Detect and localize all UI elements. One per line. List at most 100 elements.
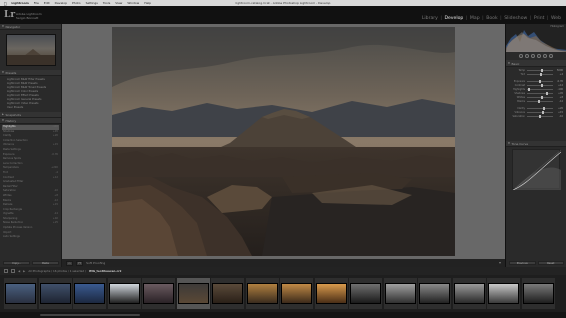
slider-value[interactable]: -100 [555, 88, 563, 91]
slider-track[interactable] [527, 114, 553, 118]
slider-track[interactable] [527, 106, 553, 110]
menu-item[interactable]: File [34, 1, 39, 5]
thumbnail-image [74, 283, 105, 304]
loupe-view-icon[interactable] [11, 269, 15, 273]
slider-track[interactable] [527, 72, 553, 76]
menu-item[interactable]: Develop [55, 1, 67, 5]
graduated-filter-icon[interactable] [537, 54, 541, 58]
slider-value[interactable]: +45 [555, 92, 563, 95]
slider-knob[interactable] [538, 99, 541, 103]
slider-knob[interactable] [538, 79, 541, 83]
crop-icon[interactable] [519, 54, 523, 58]
slider-track[interactable] [527, 68, 553, 72]
back-arrow-icon[interactable]: ◀ [18, 269, 20, 273]
navigator-header[interactable]: ▼ Navigator [0, 24, 61, 30]
slider-value[interactable]: -0.35 [555, 80, 563, 83]
view-mode-button[interactable]: ▭ [66, 260, 73, 266]
slider-row: Saturation -10 [509, 114, 563, 118]
slider-knob[interactable] [541, 95, 544, 99]
filmstrip-path[interactable]: All Photographs / 16 photos / 1 selected… [28, 269, 86, 273]
module-slideshow[interactable]: Slideshow [503, 16, 528, 21]
before-after-button[interactable]: YY [76, 260, 84, 266]
preset-folder[interactable]: User Presets [3, 106, 59, 110]
slider-value[interactable]: +20 [555, 107, 563, 110]
slider-track[interactable] [527, 110, 553, 114]
filmstrip-thumbnail[interactable] [280, 278, 313, 309]
histogram[interactable]: Histogram [506, 24, 566, 52]
filmstrip-thumbnail[interactable] [4, 278, 37, 309]
slider-value[interactable]: 5000 [555, 69, 563, 72]
module-web[interactable]: Web [550, 16, 562, 21]
menu-item[interactable]: Edit [44, 1, 50, 5]
filmstrip-thumbnail[interactable] [452, 278, 486, 309]
identity-plate: Lr Adobe Lightroom Sergio Bonnett Librar… [0, 6, 566, 24]
filmstrip-thumbnail[interactable] [314, 278, 348, 309]
paste-button[interactable]: Paste [32, 261, 59, 265]
image-view[interactable] [62, 24, 505, 259]
slider-knob[interactable] [542, 106, 545, 110]
slider-value[interactable]: -10 [555, 115, 563, 118]
filmstrip-thumbnail[interactable] [38, 278, 72, 309]
brush-icon[interactable] [549, 54, 553, 58]
menu-item[interactable]: Photo [72, 1, 81, 5]
module-print[interactable]: Print [533, 16, 546, 21]
slider-value[interactable]: +12 [555, 84, 563, 87]
menu-item[interactable]: Window [127, 1, 139, 5]
slider-value[interactable]: +8 [555, 96, 563, 99]
filmstrip-thumbnail[interactable] [349, 278, 382, 309]
menu-item[interactable]: Help [144, 1, 151, 5]
slider-track[interactable] [527, 91, 553, 95]
copy-button[interactable]: Copy... [3, 261, 30, 265]
previous-button[interactable]: Previous [509, 261, 536, 265]
module-book[interactable]: Book [485, 16, 498, 21]
slider-track[interactable] [527, 95, 553, 99]
filmstrip-scrollbar[interactable] [0, 312, 566, 318]
slider-track[interactable] [527, 87, 553, 91]
slider-track[interactable] [527, 99, 553, 103]
red-eye-icon[interactable] [531, 54, 535, 58]
slider-knob[interactable] [541, 83, 544, 87]
filmstrip-thumbnail[interactable] [211, 278, 244, 309]
filmstrip-thumbnail[interactable] [73, 278, 106, 309]
slider-knob[interactable] [541, 68, 544, 72]
filmstrip-thumbnail[interactable] [107, 278, 141, 309]
slider-track[interactable] [527, 79, 553, 83]
filmstrip-thumbnail[interactable] [487, 278, 520, 309]
tone-curve-header[interactable]: ▼ Tone Curve [506, 141, 566, 147]
slider-value[interactable]: +4 [555, 73, 563, 76]
scrollbar-thumb[interactable] [40, 314, 140, 316]
slider-knob[interactable] [545, 91, 548, 95]
navigator-preview[interactable] [6, 34, 56, 66]
slider-value[interactable]: -12 [555, 100, 563, 103]
spot-removal-icon[interactable] [525, 54, 529, 58]
filmstrip-thumbnail[interactable] [176, 278, 210, 309]
slider-knob[interactable] [542, 110, 545, 114]
filmstrip-thumbnail[interactable] [245, 278, 279, 309]
filmstrip-thumbnail[interactable] [383, 278, 417, 309]
forward-arrow-icon[interactable]: ▶ [23, 269, 25, 273]
menu-item[interactable]: Tools [103, 1, 110, 5]
slider-value[interactable]: +15 [555, 111, 563, 114]
reset-button[interactable]: Reset [537, 261, 564, 265]
filmstrip-thumbnail[interactable] [142, 278, 175, 309]
module-develop[interactable]: Develop [443, 16, 464, 21]
radial-filter-icon[interactable] [543, 54, 547, 58]
slider-knob[interactable] [528, 87, 531, 91]
soft-proofing-checkbox[interactable]: Soft Proofing [86, 261, 105, 265]
filmstrip-thumbnail[interactable] [418, 278, 451, 309]
menu-item[interactable]: Lightroom [11, 1, 28, 5]
grid-view-icon[interactable] [4, 269, 8, 273]
menu-item[interactable]: View [115, 1, 122, 5]
apple-icon[interactable]:  [4, 1, 6, 6]
history-item[interactable]: Auto Settings [2, 235, 59, 240]
module-map[interactable]: Map [469, 16, 481, 21]
toolbar-menu-icon[interactable]: ▾ [499, 260, 501, 265]
module-library[interactable]: Library [421, 16, 439, 21]
menu-item[interactable]: Settings [86, 1, 98, 5]
slider-track[interactable] [527, 83, 553, 87]
slider-knob[interactable] [540, 72, 542, 76]
tone-curve-graph[interactable] [512, 149, 561, 190]
main-photo[interactable] [112, 27, 455, 256]
filmstrip-thumbnail[interactable] [521, 278, 555, 309]
slider-knob[interactable] [538, 114, 541, 118]
